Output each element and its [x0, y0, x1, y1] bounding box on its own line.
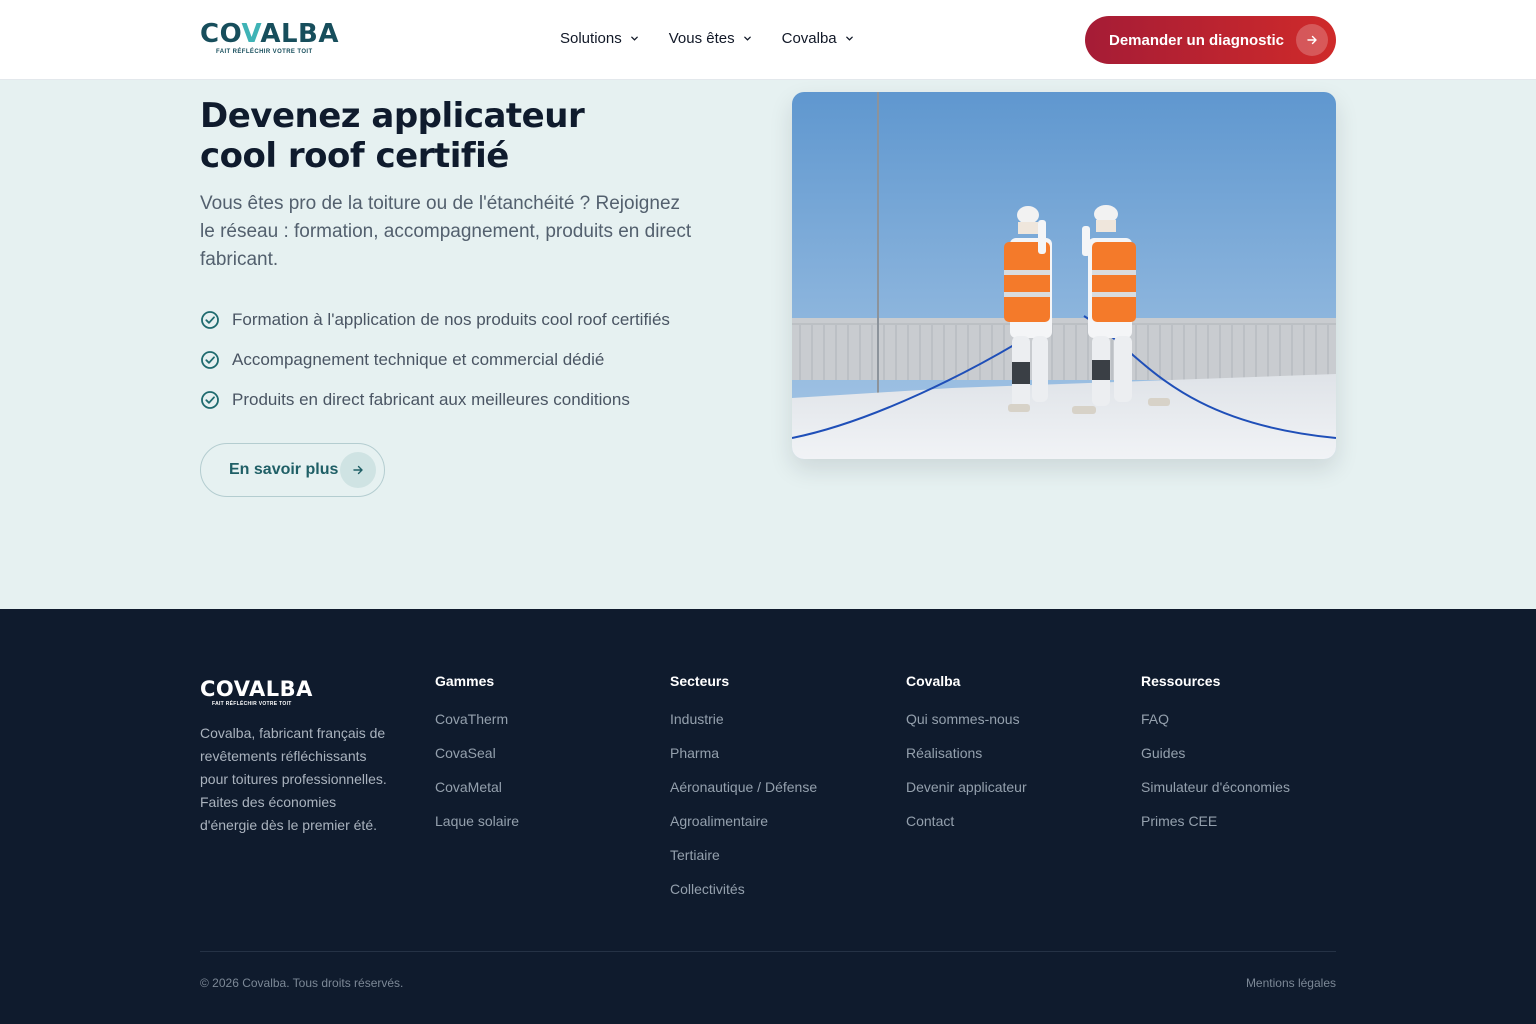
nav-item-label: Covalba: [781, 30, 837, 47]
footer-link[interactable]: Primes CEE: [1141, 813, 1290, 847]
footer-link[interactable]: Pharma: [670, 745, 817, 779]
footer-divider: [200, 951, 1336, 952]
footer-link[interactable]: Devenir applicateur: [906, 779, 1027, 813]
applicators-photo: [792, 92, 1336, 459]
cta-label: Demander un diagnostic: [1109, 31, 1285, 49]
footer-link[interactable]: Réalisations: [906, 745, 1027, 779]
title-line-2: cool roof certifié: [200, 136, 509, 176]
hero-description: Vous êtes pro de la toiture ou de l'étan…: [200, 193, 692, 270]
footer-column-title: Secteurs: [670, 673, 730, 689]
request-diagnostic-button[interactable]: Demander un diagnostic: [1085, 16, 1336, 64]
footer-link[interactable]: Laque solaire: [435, 813, 519, 847]
nav-item-vous-etes[interactable]: Vous êtes: [669, 30, 752, 47]
footer-column-ressources: Ressources FAQ Guides Simulateur d'écono…: [1141, 673, 1290, 847]
chevron-down-icon: [845, 36, 853, 41]
footer-link[interactable]: Agroalimentaire: [670, 813, 817, 847]
footer-link[interactable]: CovaMetal: [435, 779, 519, 813]
learn-more-label: En savoir plus: [229, 461, 339, 478]
footer-column-gammes: Gammes CovaTherm CovaSeal CovaMetal Laqu…: [435, 673, 519, 847]
arrow-right-icon: [340, 452, 376, 488]
list-item: Accompagnement technique et commercial d…: [200, 340, 670, 380]
footer-column-covalba: Covalba Qui sommes-nous Réalisations Dev…: [906, 673, 1027, 847]
footer-logo-tagline: FAIT RÉFLÉCHIR VOTRE TOIT: [212, 701, 292, 707]
footer-link[interactable]: Tertiaire: [670, 847, 817, 881]
footer-link[interactable]: CovaTherm: [435, 711, 519, 745]
footer-link[interactable]: Aéronautique / Défense: [670, 779, 817, 813]
footer-description: Covalba, fabricant français de revêtemen…: [200, 725, 387, 833]
footer-link[interactable]: FAQ: [1141, 711, 1290, 745]
chevron-down-icon: [743, 36, 751, 41]
check-circle-icon: [201, 351, 219, 369]
site-header: COVALBA FAIT RÉFLÉCHIR VOTRE TOIT Soluti…: [0, 0, 1536, 80]
legal-notice-link[interactable]: Mentions légales: [1246, 976, 1336, 990]
footer-column-title: Gammes: [435, 673, 495, 689]
check-circle-icon: [201, 311, 219, 329]
footer-link[interactable]: CovaSeal: [435, 745, 519, 779]
covalba-logo[interactable]: COVALBA FAIT RÉFLÉCHIR VOTRE TOIT: [200, 19, 339, 62]
footer-link[interactable]: Qui sommes-nous: [906, 711, 1027, 745]
arrow-right-icon: [1296, 24, 1328, 56]
footer-logo-wordmark: COVALBA: [200, 677, 313, 701]
footer-column-title: Covalba: [906, 673, 961, 689]
logo-wordmark: COVALBA: [200, 19, 339, 49]
copyright-text: © 2026 Covalba. Tous droits réservés.: [200, 976, 404, 990]
footer-link[interactable]: Contact: [906, 813, 1027, 847]
footer-link[interactable]: Simulateur d'économies: [1141, 779, 1290, 813]
main-nav: Solutions Vous êtes Covalba: [560, 30, 854, 47]
footer-link[interactable]: Collectivités: [670, 881, 817, 915]
footer-link[interactable]: Industrie: [670, 711, 817, 745]
page-title: Devenez applicateur cool roof certifié: [200, 96, 720, 176]
logo-tagline: FAIT RÉFLÉCHIR VOTRE TOIT: [216, 49, 313, 55]
benefit-label: Produits en direct fabricant aux meilleu…: [232, 390, 630, 409]
nav-item-label: Vous êtes: [668, 30, 735, 47]
benefits-list: Formation à l'application de nos produit…: [200, 306, 670, 420]
footer-column-secteurs: Secteurs Industrie Pharma Aéronautique /…: [670, 673, 817, 915]
list-item: Produits en direct fabricant aux meilleu…: [200, 380, 670, 420]
chevron-down-icon: [630, 36, 638, 41]
nav-item-covalba[interactable]: Covalba: [782, 30, 854, 47]
nav-item-label: Solutions: [560, 30, 622, 47]
check-circle-icon: [201, 391, 219, 409]
benefit-label: Accompagnement technique et commercial d…: [232, 350, 605, 369]
footer-link[interactable]: Guides: [1141, 745, 1290, 779]
title-line-1: Devenez applicateur: [200, 96, 585, 136]
footer-logo[interactable]: COVALBA FAIT RÉFLÉCHIR VOTRE TOIT: [200, 678, 313, 707]
footer-column-title: Ressources: [1141, 673, 1221, 689]
roof-workers-illustration: [792, 92, 1336, 459]
nav-item-solutions[interactable]: Solutions: [560, 30, 639, 47]
learn-more-button[interactable]: En savoir plus: [200, 443, 385, 497]
benefit-label: Formation à l'application de nos produit…: [232, 310, 670, 329]
list-item: Formation à l'application de nos produit…: [200, 300, 670, 340]
